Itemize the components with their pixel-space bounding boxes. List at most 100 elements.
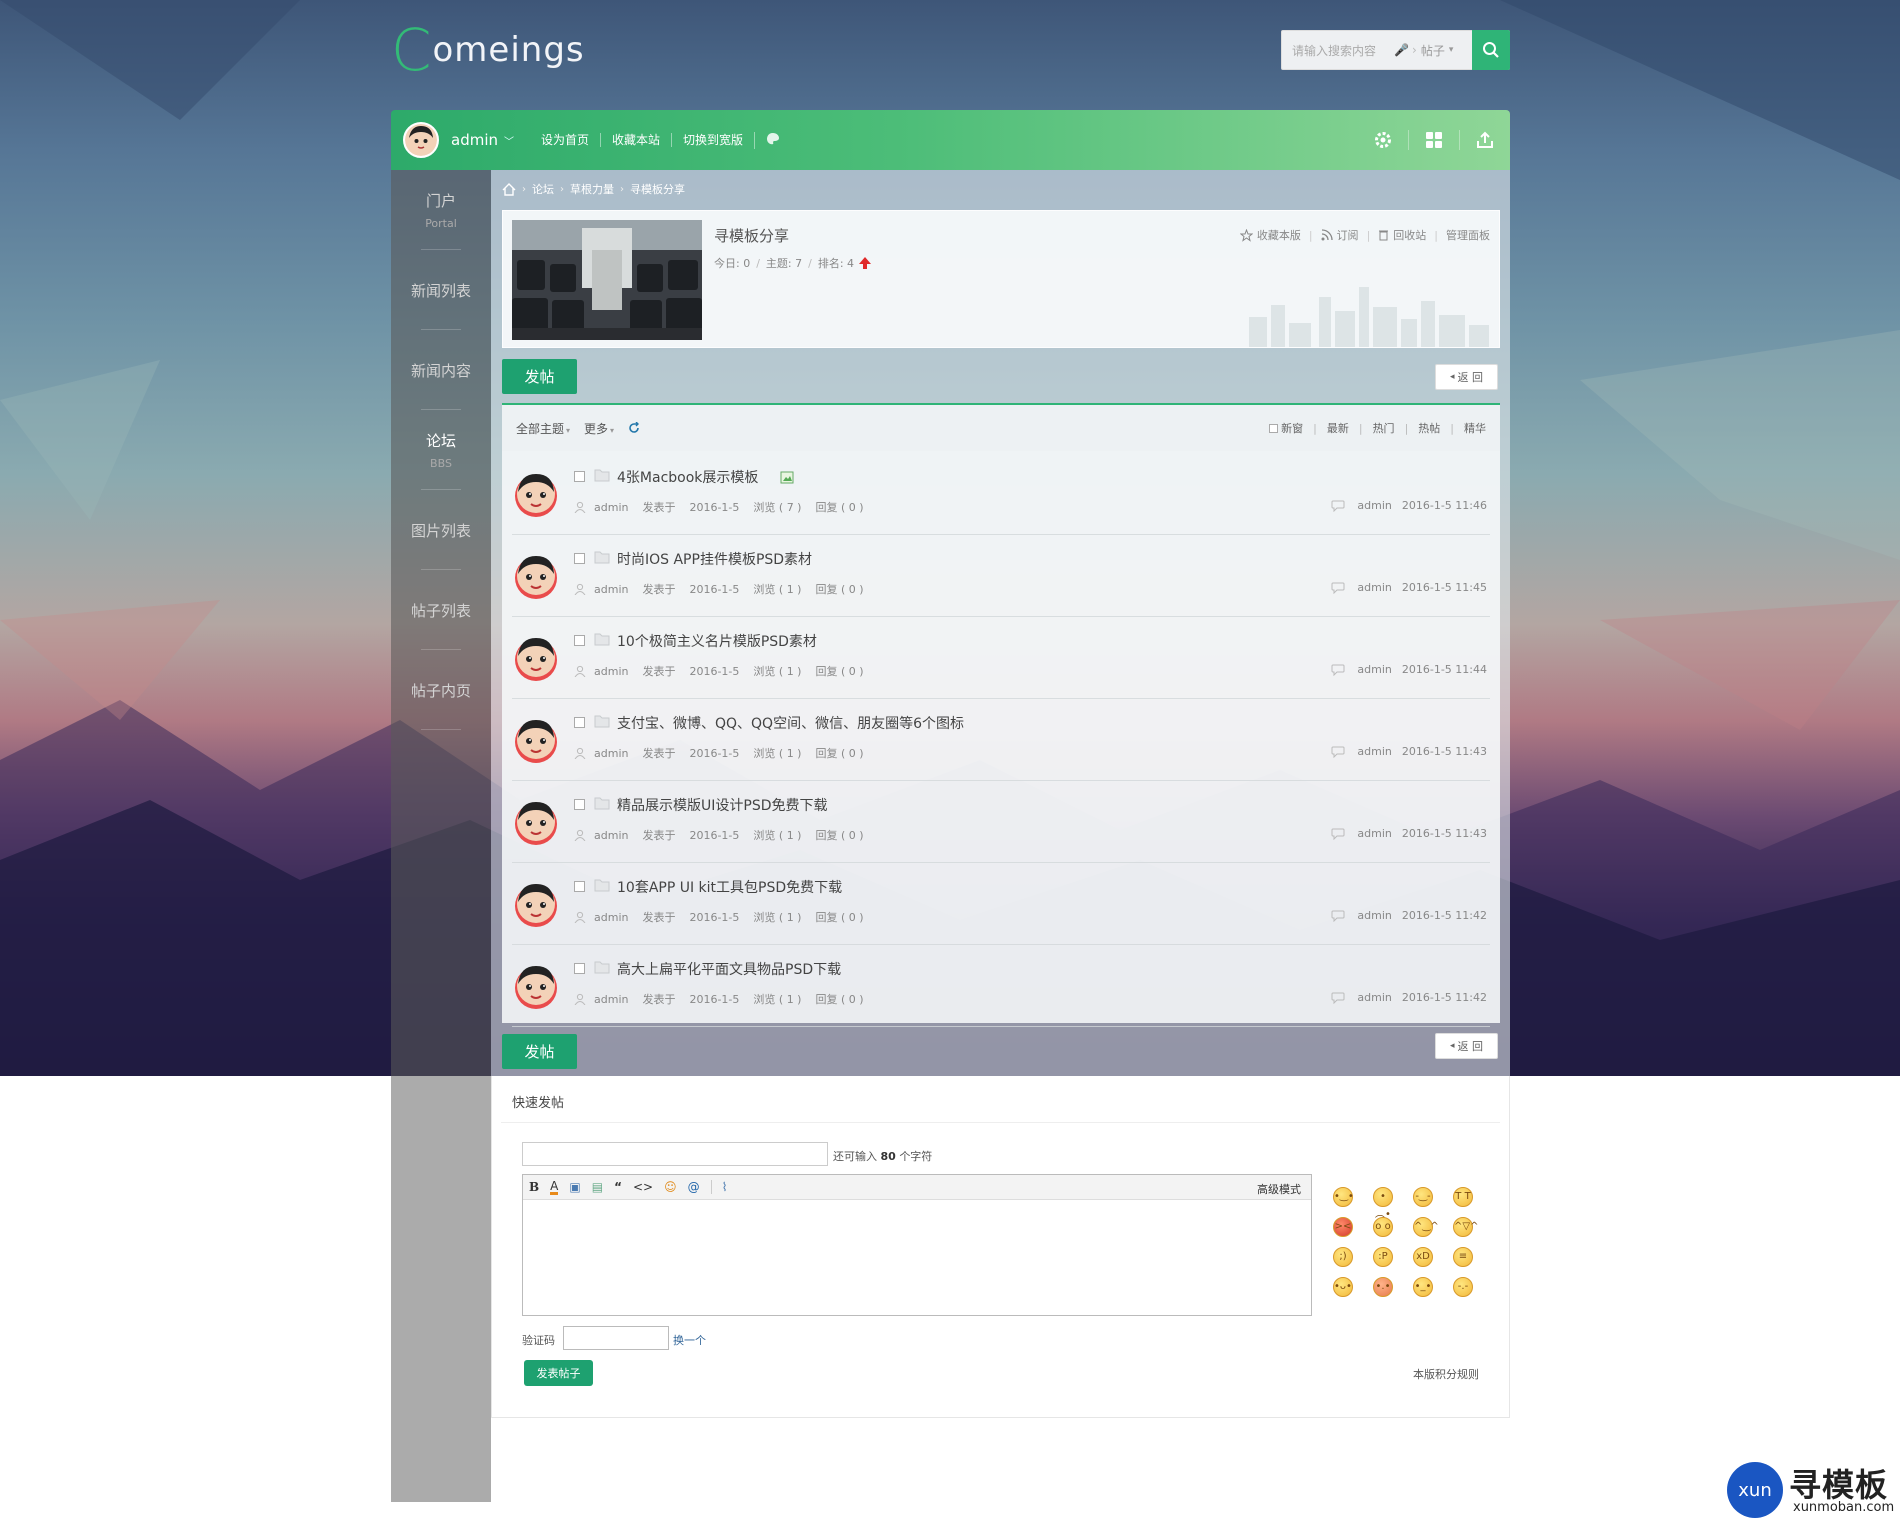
thread-title[interactable]: 高大上扁平化平面文具物品PSD下载 xyxy=(617,959,841,979)
last-reply-user[interactable]: admin xyxy=(1357,827,1391,840)
user-avatar[interactable] xyxy=(403,122,439,158)
table-row[interactable]: 时尚IOS APP挂件模板PSD素材 admin 发表于 2016-1-5 浏览 ( 1… xyxy=(512,535,1490,617)
worried-face-icon[interactable]: •_• xyxy=(1413,1277,1433,1297)
table-row[interactable]: 10个极简主义名片模版PSD素材 admin 发表于 2016-1-5 浏览 ( 1 )… xyxy=(512,617,1490,699)
last-reply-user[interactable]: admin xyxy=(1357,745,1391,758)
more-filter[interactable]: 更多 ▾ xyxy=(584,420,614,437)
wide-mode-link[interactable]: 切换到宽版 xyxy=(671,133,754,147)
microphone-icon[interactable]: 🎤 xyxy=(1394,43,1409,57)
thread-checkbox[interactable] xyxy=(574,881,585,892)
author-avatar[interactable] xyxy=(512,962,560,1010)
wink-face-icon[interactable]: ;) xyxy=(1333,1247,1353,1267)
refresh-icon[interactable] xyxy=(628,422,640,434)
new-window-checkbox[interactable] xyxy=(1269,423,1279,433)
last-reply-user[interactable]: admin xyxy=(1357,991,1391,1004)
post-button-bottom[interactable]: 发帖 xyxy=(502,1034,577,1069)
bold-icon[interactable]: B xyxy=(529,1180,539,1194)
link-icon[interactable]: ▤ xyxy=(592,1180,603,1194)
sidebar-item-portal[interactable]: 门户 Portal xyxy=(391,170,491,250)
table-row[interactable]: 4张Macbook展示模板 admin 发表于 2016-1-5 浏览 ( 7 ) 回复 … xyxy=(512,453,1490,535)
tongue-face-icon[interactable]: :P xyxy=(1373,1247,1393,1267)
author-avatar[interactable] xyxy=(512,880,560,928)
last-reply-user[interactable]: admin xyxy=(1357,499,1391,512)
thread-title[interactable]: 精品展示模版UI设计PSD免费下载 xyxy=(617,795,828,815)
thread-checkbox[interactable] xyxy=(574,963,585,974)
sidebar-item-post-list[interactable]: 帖子列表 xyxy=(391,570,491,650)
search-input[interactable]: 请输入搜索内容 xyxy=(1282,42,1394,59)
author-avatar[interactable] xyxy=(512,552,560,600)
thread-checkbox[interactable] xyxy=(574,471,585,482)
captcha-input[interactable] xyxy=(563,1326,669,1350)
shocked-face-icon[interactable]: o o xyxy=(1373,1217,1393,1237)
last-reply-user[interactable]: admin xyxy=(1357,909,1391,922)
sad-face-icon[interactable]: •︵• xyxy=(1373,1187,1393,1220)
thread-checkbox[interactable] xyxy=(574,799,585,810)
cry-face-icon[interactable]: T T xyxy=(1453,1187,1473,1207)
thread-author[interactable]: admin xyxy=(594,911,628,924)
thread-checkbox[interactable] xyxy=(574,717,585,728)
thread-title[interactable]: 支付宝、微博、QQ、QQ空间、微信、朋友圈等6个图标 xyxy=(617,713,964,733)
happy-face-icon[interactable]: ^‿^ xyxy=(1413,1217,1439,1237)
subscribe-button[interactable]: 订阅 xyxy=(1321,227,1359,243)
bookmark-site-link[interactable]: 收藏本站 xyxy=(600,133,671,147)
thread-checkbox[interactable] xyxy=(574,553,585,564)
author-avatar[interactable] xyxy=(512,798,560,846)
smiley-icon[interactable]: ☺ xyxy=(664,1180,677,1194)
last-reply-user[interactable]: admin xyxy=(1357,663,1391,676)
back-button[interactable]: ◂ 返 回 xyxy=(1435,364,1498,390)
search-button[interactable] xyxy=(1472,30,1510,70)
table-row[interactable]: 高大上扁平化平面文具物品PSD下载 admin 发表于 2016-1-5 浏览 ( 1 … xyxy=(512,945,1490,1027)
share-icon[interactable] xyxy=(1459,130,1510,150)
teeth-face-icon[interactable]: ≡ xyxy=(1453,1247,1473,1267)
author-avatar[interactable] xyxy=(512,716,560,764)
font-color-icon[interactable]: A xyxy=(550,1180,559,1195)
post-title-input[interactable] xyxy=(522,1142,828,1166)
grid-icon[interactable] xyxy=(1408,130,1459,150)
site-logo[interactable]: C omeings xyxy=(391,21,585,79)
filter-latest[interactable]: 最新 xyxy=(1327,420,1349,436)
thread-checkbox[interactable] xyxy=(574,635,585,646)
table-row[interactable]: 精品展示模版UI设计PSD免费下载 admin 发表于 2016-1-5 浏览 ( 1 … xyxy=(512,781,1490,863)
breadcrumb-item[interactable]: 草根力量 xyxy=(570,181,614,197)
skin-icon[interactable] xyxy=(754,131,791,149)
username[interactable]: admin xyxy=(451,131,498,149)
sidebar-item-news-list[interactable]: 新闻列表 xyxy=(391,250,491,330)
submit-post-button[interactable]: 发表帖子 xyxy=(524,1360,593,1386)
sidebar-item-bbs[interactable]: 论坛 BBS xyxy=(391,410,491,490)
blush-face-icon[interactable]: •.• xyxy=(1373,1277,1393,1297)
sidebar-item-news-content[interactable]: 新闻内容 xyxy=(391,330,491,410)
favorite-forum-button[interactable]: 收藏本版 xyxy=(1239,227,1301,243)
mention-icon[interactable]: @ xyxy=(688,1180,700,1194)
thread-author[interactable]: admin xyxy=(594,501,628,514)
grin-face-icon[interactable]: ^▽^ xyxy=(1453,1217,1478,1237)
back-button-bottom[interactable]: ◂ 返 回 xyxy=(1435,1033,1498,1059)
filter-digest[interactable]: 精华 xyxy=(1464,420,1486,436)
home-icon[interactable] xyxy=(502,182,516,196)
thread-title[interactable]: 时尚IOS APP挂件模板PSD素材 xyxy=(617,549,812,569)
post-editor[interactable]: B A ▣ ▤ “ <> ☺ @ ⌇ 高级模式 xyxy=(522,1174,1312,1316)
points-rules-link[interactable]: 本版积分规则 xyxy=(1413,1366,1479,1382)
thread-title[interactable]: 4张Macbook展示模板 xyxy=(617,467,758,487)
laugh-face-icon[interactable]: xD xyxy=(1413,1247,1433,1267)
thread-title[interactable]: 10套APP UI kit工具包PSD免费下载 xyxy=(617,877,842,897)
manage-panel-button[interactable]: 管理面板 xyxy=(1446,227,1490,243)
set-homepage-link[interactable]: 设为首页 xyxy=(530,133,600,147)
angry-face-icon[interactable]: >< xyxy=(1333,1217,1353,1237)
captcha-refresh-link[interactable]: 换一个 xyxy=(673,1332,706,1348)
table-row[interactable]: 支付宝、微博、QQ、QQ空间、微信、朋友圈等6个图标 admin 发表于 2016-1… xyxy=(512,699,1490,781)
smiley-icon[interactable]: •‿• xyxy=(1333,1187,1354,1207)
code-icon[interactable]: <> xyxy=(633,1180,653,1194)
author-avatar[interactable] xyxy=(512,634,560,682)
quote-icon[interactable]: “ xyxy=(614,1180,622,1194)
sidebar-item-image-list[interactable]: 图片列表 xyxy=(391,490,491,570)
gear-icon[interactable] xyxy=(1357,130,1408,150)
table-row[interactable]: 10套APP UI kit工具包PSD免费下载 admin 发表于 2016-1-5 浏… xyxy=(512,863,1490,945)
sidebar-item-post-detail[interactable]: 帖子内页 xyxy=(391,650,491,730)
breadcrumb-item[interactable]: 论坛 xyxy=(532,181,554,197)
last-reply-user[interactable]: admin xyxy=(1357,581,1391,594)
filter-hot[interactable]: 热门 xyxy=(1373,420,1395,436)
author-avatar[interactable] xyxy=(512,470,560,518)
attachment-icon[interactable]: ⌇ xyxy=(710,1180,727,1194)
smirk-face-icon[interactable]: -‿- xyxy=(1413,1187,1433,1207)
post-button[interactable]: 发帖 xyxy=(502,359,577,394)
